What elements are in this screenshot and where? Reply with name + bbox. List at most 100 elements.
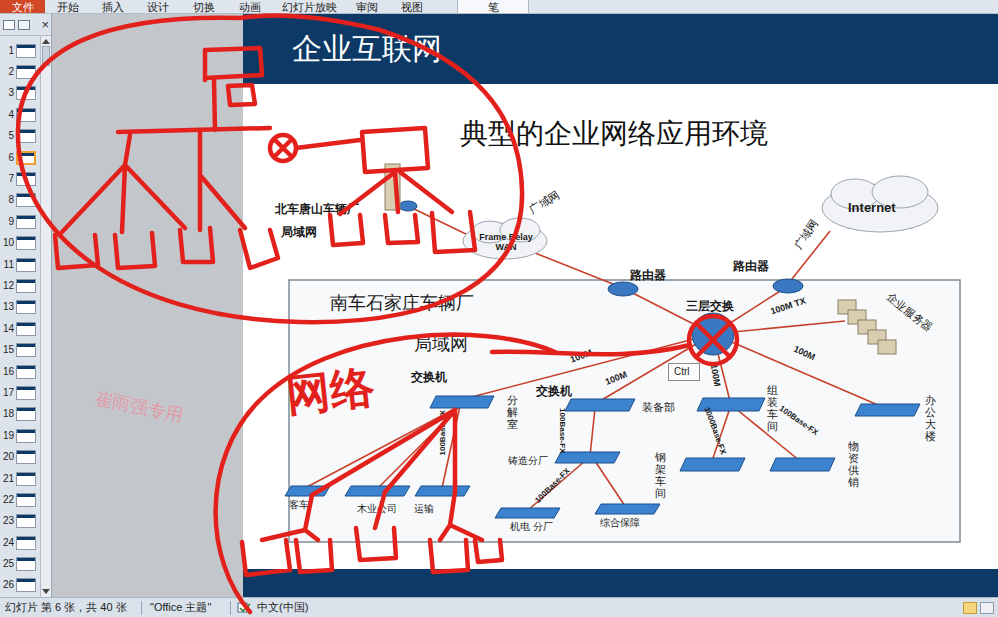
diagram-label: 木业公司 [357,503,397,515]
thumbnail-item[interactable]: 24 [0,532,39,553]
thumbnail-item[interactable]: 21 [0,468,39,489]
thumbnail-item[interactable]: 8 [0,190,39,211]
diagram-label: Internet [848,200,896,216]
sorter-view-icon[interactable] [980,602,994,614]
slide-thumbnail[interactable] [16,65,36,79]
spellcheck-icon[interactable] [237,602,251,614]
ribbon-tab[interactable]: 设计 [135,0,181,13]
slide-thumbnail[interactable] [16,536,36,550]
slide-thumbnail[interactable] [16,151,36,165]
slide-subtitle: 典型的企业网络应用环境 [460,117,768,150]
ribbon-tab[interactable]: 动画 [227,0,273,13]
editing-area: 企业互联网 典型的企业网络应用环境 [52,14,998,597]
slide-thumbnail[interactable] [16,493,36,507]
pen-annotation [0,0,998,617]
thumbnail-item[interactable]: 5 [0,126,39,147]
slide-thumbnail[interactable] [16,279,36,293]
slide-thumbnail[interactable] [16,258,36,272]
language: 中文(中国) [257,599,308,616]
thumbnail-item[interactable]: 12 [0,275,39,296]
slide-thumbnail[interactable] [16,578,36,592]
scroll-thumb[interactable] [42,46,50,66]
scroll-up-icon[interactable] [42,39,50,44]
thumbnail-item[interactable]: 4 [0,104,39,125]
thumbnail-item[interactable]: 20 [0,446,39,467]
pane-header: × [0,14,51,36]
diagram-label: 1000Base-FX [702,406,728,456]
slide-thumbnail[interactable] [16,322,36,336]
ribbon-tab[interactable]: 审阅 [345,0,389,13]
thumbnail-item[interactable]: 3 [0,83,39,104]
slide: 企业互联网 典型的企业网络应用环境 [243,14,998,597]
thumbnail-item[interactable]: 1 [0,40,39,61]
slides-tab-icon[interactable] [3,20,15,30]
slide-thumbnail[interactable] [16,108,36,122]
slide-thumbnail[interactable] [16,514,36,528]
slide-thumbnail[interactable] [16,193,36,207]
ribbon-tab[interactable]: 幻灯片放映 [273,0,345,13]
scrollbar[interactable] [40,36,51,597]
thumbnail-item[interactable]: 14 [0,318,39,339]
tooltip: Ctrl [668,363,700,381]
diagram-label: 局域网 [414,334,468,356]
thumbnail-item[interactable]: 19 [0,425,39,446]
ribbon-tab[interactable]: 笔 [457,0,529,13]
close-button[interactable]: × [41,18,49,32]
normal-view-icon[interactable] [963,602,977,614]
thumbnail-item[interactable]: 2 [0,61,39,82]
slide-thumbnail[interactable] [16,300,36,314]
diagram-label: 路由器 [630,268,666,282]
diagram-label: 分解室 [507,394,518,430]
ribbon-tab[interactable]: 插入 [90,0,135,13]
thumbnail-item[interactable]: 10 [0,233,39,254]
scroll-down-icon[interactable] [42,589,50,594]
outline-tab-icon[interactable] [18,20,30,30]
slide-thumbnail[interactable] [16,557,36,571]
ribbon-tab[interactable]: 视图 [389,0,435,13]
slide-thumbnail[interactable] [16,450,36,464]
slide-thumbnail[interactable] [16,472,36,486]
diagram-label: 钢架车间 [655,451,666,499]
diagram-label: 100M TX [769,296,807,318]
thumbnail-item[interactable]: 11 [0,254,39,275]
thumbnail-item[interactable]: 26 [0,575,39,596]
thumbnail-item[interactable]: 7 [0,168,39,189]
slide-thumbnail[interactable] [16,429,36,443]
diagram-label: 办公大楼 [925,394,936,442]
ribbon-tab[interactable]: 切换 [181,0,227,13]
thumbnail-item[interactable]: 9 [0,211,39,232]
thumbnail-item[interactable]: 18 [0,404,39,425]
thumbnail-item[interactable]: 25 [0,553,39,574]
slide-thumbnail[interactable] [16,86,36,100]
diagram-label: 路由器 [733,259,769,273]
slide-title: 企业互联网 [292,29,442,69]
slide-thumbnail[interactable] [16,365,36,379]
thumbnail-pane: ×123456789101112131415161718192021222324… [0,14,52,597]
thumbnail-item[interactable]: 16 [0,361,39,382]
slide-thumbnail[interactable] [16,343,36,357]
slide-thumbnail[interactable] [16,172,36,186]
thumbnail-item[interactable]: 22 [0,489,39,510]
thumbnail-item[interactable]: 23 [0,511,39,532]
thumbnail-item[interactable]: 13 [0,297,39,318]
slide-thumbnail[interactable] [16,215,36,229]
diagram-label: 南车石家庄车辆厂 [330,293,474,315]
slide-thumbnail[interactable] [16,236,36,250]
slide-thumbnail[interactable] [16,44,36,58]
diagram-label: 三层交换 [686,299,734,313]
diagram-label: 北车唐山车辆厂 [275,202,359,216]
thumbnail-item[interactable]: 17 [0,382,39,403]
slide-thumbnail[interactable] [16,386,36,400]
file-tab[interactable]: 文件 [0,0,45,13]
slide-thumbnail[interactable] [16,129,36,143]
thumbnail-item[interactable]: 15 [0,339,39,360]
diagram-label: 100Base-FX [438,410,448,455]
ribbon-tab[interactable]: 开始 [45,0,90,13]
thumbnail-item[interactable]: 6 [0,147,39,168]
diagram-label: Frame Relay WAN [474,232,538,253]
diagram-label: 铸造分厂 [508,455,548,467]
slide-thumbnail[interactable] [16,407,36,421]
handwritten-note: 网络 [284,362,377,421]
diagram-label: 交换机 [411,370,447,384]
watermark: 崔雨强专用 [92,385,186,430]
